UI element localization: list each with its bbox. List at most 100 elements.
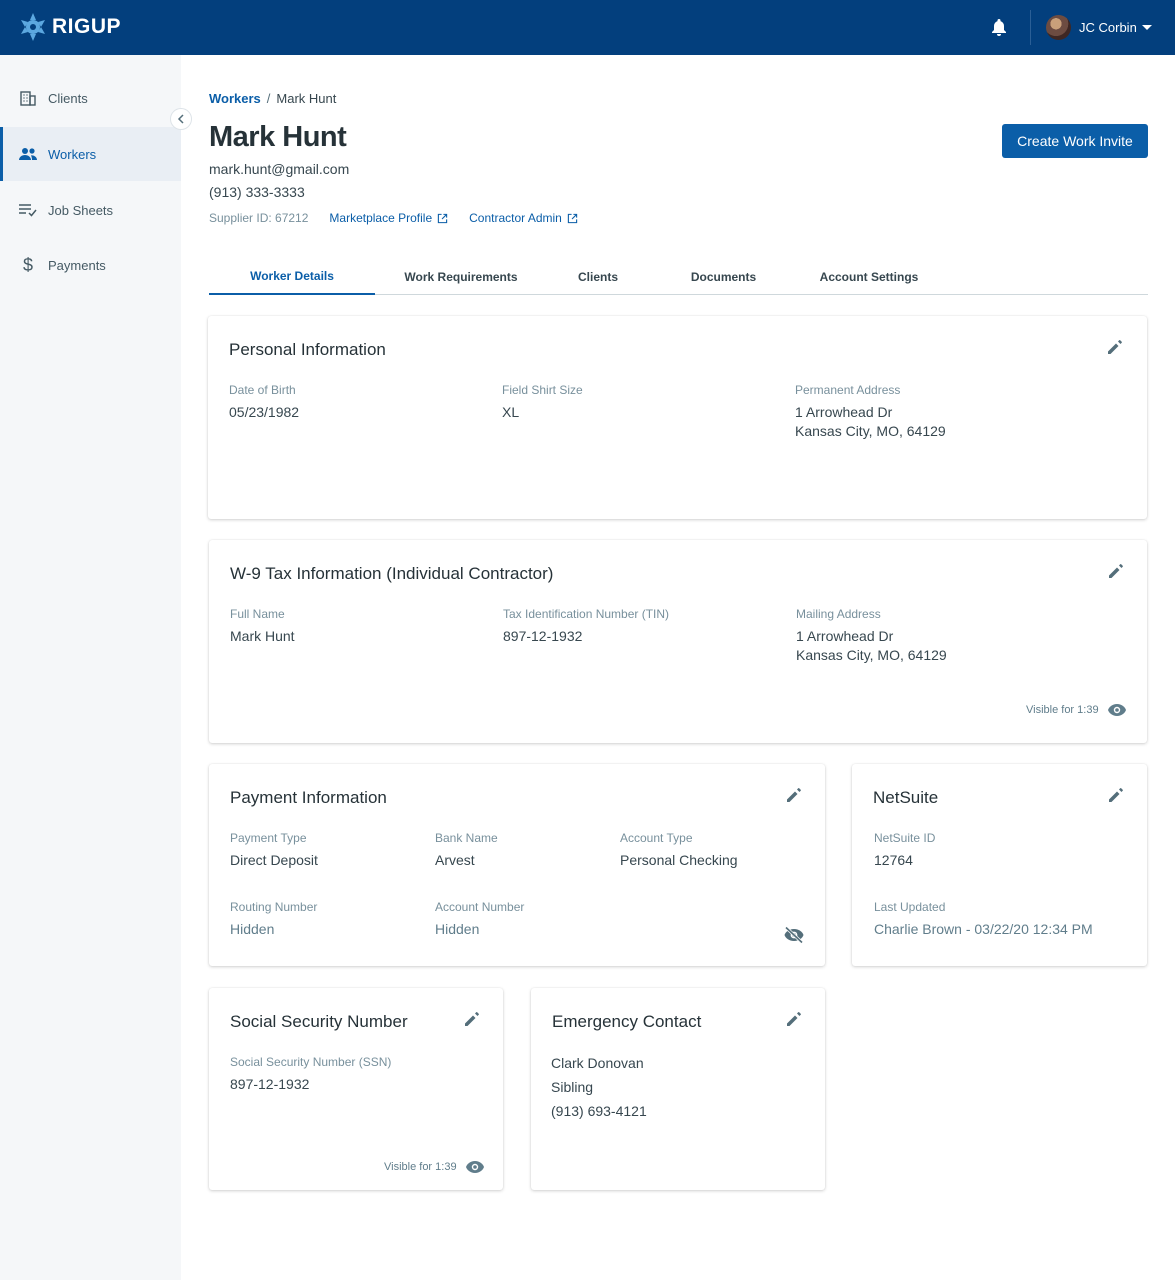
card-title: Emergency Contact <box>552 1012 702 1031</box>
w9-tax-information-card: W-9 Tax Information (Individual Contract… <box>209 540 1147 743</box>
dob-value: 05/23/1982 <box>229 404 300 420</box>
eye-icon[interactable] <box>465 1160 485 1174</box>
card-title: W-9 Tax Information (Individual Contract… <box>230 564 554 583</box>
sidebar-item-job-sheets[interactable]: Job Sheets <box>0 183 181 237</box>
netsuite-id-label: NetSuite ID <box>874 831 936 845</box>
mailing-address-line1: 1 Arrowhead Dr <box>796 628 894 644</box>
external-link-icon <box>567 213 578 223</box>
sidebar-item-label: Clients <box>48 90 88 106</box>
full-name-label: Full Name <box>230 607 285 621</box>
sidebar-item-clients[interactable]: Clients <box>0 71 181 125</box>
card-title: Social Security Number <box>230 1012 408 1031</box>
permanent-address-label: Permanent Address <box>795 383 901 397</box>
mailing-address-line2: Kansas City, MO, 64129 <box>796 647 947 663</box>
sidebar-item-workers[interactable]: Workers <box>0 127 181 181</box>
bank-name-value: Arvest <box>435 852 475 868</box>
dollar-icon: $ <box>22 254 33 275</box>
visibility-timer: Visible for 1:39 <box>1026 703 1127 717</box>
contractor-admin-label: Contractor Admin <box>469 211 562 225</box>
header-divider <box>1030 10 1031 45</box>
card-title: NetSuite <box>873 788 939 807</box>
tab-worker-details[interactable]: Worker Details <box>209 258 375 295</box>
sidebar-collapse-button[interactable] <box>170 108 192 130</box>
tab-account-settings[interactable]: Account Settings <box>804 258 934 295</box>
bank-name-label: Bank Name <box>435 831 498 845</box>
netsuite-card: NetSuite NetSuite ID 12764 Last Updated … <box>852 764 1147 966</box>
bell-icon[interactable] <box>989 17 1009 37</box>
ssn-label: Social Security Number (SSN) <box>230 1055 392 1069</box>
pencil-icon[interactable] <box>463 1010 481 1028</box>
create-work-invite-button[interactable]: Create Work Invite <box>1002 124 1148 158</box>
tab-work-requirements[interactable]: Work Requirements <box>385 258 537 295</box>
pencil-icon[interactable] <box>1107 786 1125 804</box>
marketplace-profile-link[interactable]: Marketplace Profile <box>329 211 448 225</box>
routing-number-value: Hidden <box>230 921 275 937</box>
tin-label: Tax Identification Number (TIN) <box>503 607 670 621</box>
card-title: Personal Information <box>229 340 386 359</box>
account-type-label: Account Type <box>620 831 693 845</box>
eye-icon[interactable] <box>1107 703 1127 717</box>
worker-meta-row: Supplier ID: 67212 Marketplace Profile C… <box>209 211 578 225</box>
sidebar-item-label: Job Sheets <box>48 202 114 218</box>
netsuite-id-value: 12764 <box>874 852 913 868</box>
visibility-timer: Visible for 1:39 <box>384 1160 485 1174</box>
emergency-contact-phone: (913) 693-4121 <box>551 1103 647 1119</box>
payment-type-value: Direct Deposit <box>230 852 318 868</box>
dob-label: Date of Birth <box>229 383 296 397</box>
avatar[interactable] <box>1046 15 1071 40</box>
contractor-admin-link[interactable]: Contractor Admin <box>469 211 578 225</box>
permanent-address-line1: 1 Arrowhead Dr <box>795 404 893 420</box>
pencil-icon[interactable] <box>1107 562 1125 580</box>
worker-email: mark.hunt@gmail.com <box>209 161 350 177</box>
building-icon <box>18 88 38 108</box>
tab-bar: Worker Details Work Requirements Clients… <box>209 258 1148 295</box>
emergency-contact-name: Clark Donovan <box>551 1055 644 1071</box>
caret-down-icon[interactable] <box>1142 25 1152 30</box>
sidebar: Clients Workers Job Sheets $ Payments <box>0 55 181 1280</box>
people-icon <box>18 144 38 164</box>
page-title: Mark Hunt <box>209 121 347 153</box>
rigup-logo[interactable]: RIGUP <box>20 12 121 42</box>
emergency-contact-card: Emergency Contact Clark Donovan Sibling … <box>531 988 825 1190</box>
account-number-value: Hidden <box>435 921 480 937</box>
mailing-address-label: Mailing Address <box>796 607 881 621</box>
sidebar-item-label: Payments <box>48 257 106 273</box>
worker-phone: (913) 333-3333 <box>209 184 305 200</box>
permanent-address-line2: Kansas City, MO, 64129 <box>795 423 946 439</box>
last-updated-value: Charlie Brown - 03/22/20 12:34 PM <box>874 921 1093 937</box>
brand-name: RIGUP <box>52 15 122 38</box>
supplier-id: Supplier ID: 67212 <box>209 211 309 225</box>
list-check-icon <box>18 200 38 220</box>
chevron-left-icon <box>177 114 184 124</box>
payment-information-card: Payment Information Payment Type Direct … <box>209 764 825 966</box>
ssn-card: Social Security Number Social Security N… <box>209 988 503 1190</box>
emergency-contact-relation: Sibling <box>551 1079 594 1095</box>
eye-off-icon[interactable] <box>783 926 805 944</box>
tin-value: 897-12-1932 <box>503 628 583 644</box>
ssn-value: 897-12-1932 <box>230 1076 310 1092</box>
pencil-icon[interactable] <box>785 786 803 804</box>
visible-for-text: Visible for 1:39 <box>1026 704 1099 716</box>
breadcrumb: Workers / Mark Hunt <box>209 91 336 106</box>
routing-number-label: Routing Number <box>230 900 318 914</box>
tab-documents[interactable]: Documents <box>676 258 771 295</box>
visible-for-text: Visible for 1:39 <box>384 1161 457 1173</box>
sidebar-item-payments[interactable]: $ Payments <box>0 238 181 292</box>
breadcrumb-separator: / <box>266 91 271 106</box>
card-title: Payment Information <box>230 788 387 807</box>
external-link-icon <box>437 213 448 223</box>
last-updated-label: Last Updated <box>874 900 946 914</box>
gear-logo-icon <box>21 13 45 41</box>
shirt-size-label: Field Shirt Size <box>502 383 583 397</box>
personal-information-card: Personal Information Date of Birth 05/23… <box>208 316 1147 519</box>
pencil-icon[interactable] <box>1106 338 1124 356</box>
account-number-label: Account Number <box>435 900 525 914</box>
top-app-bar: RIGUP JC Corbin <box>0 0 1175 55</box>
sidebar-item-label: Workers <box>48 146 97 162</box>
tab-clients[interactable]: Clients <box>554 258 642 295</box>
pencil-icon[interactable] <box>785 1010 803 1028</box>
user-name[interactable]: JC Corbin <box>1079 20 1137 35</box>
payment-type-label: Payment Type <box>230 831 307 845</box>
full-name-value: Mark Hunt <box>230 628 295 644</box>
breadcrumb-workers-link[interactable]: Workers <box>209 91 261 106</box>
